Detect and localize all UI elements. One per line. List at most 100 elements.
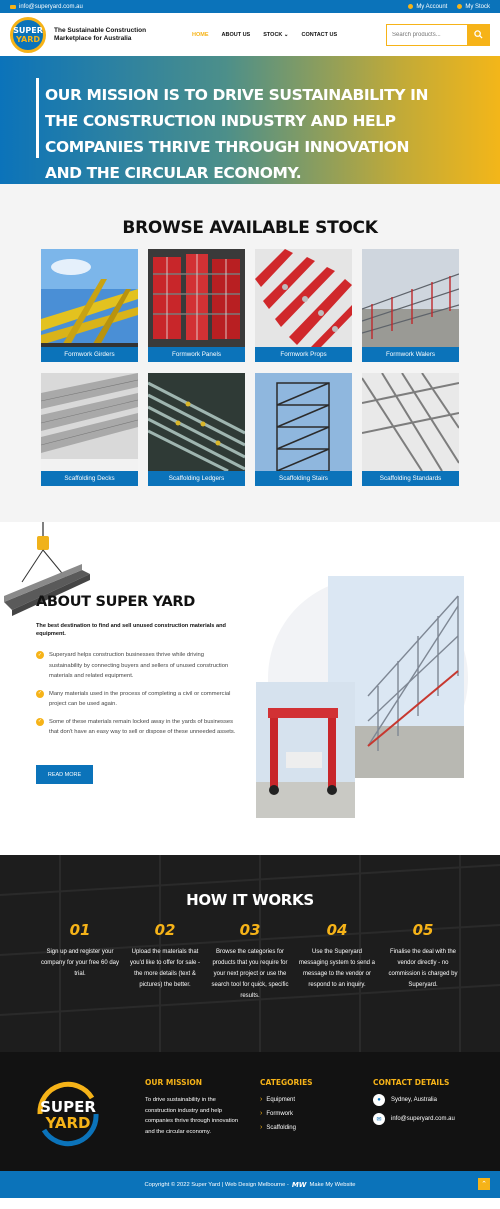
about-points: ✓ Superyard helps construction businesses… [36,650,236,745]
footer-email[interactable]: ✉ info@superyard.com.au [373,1113,455,1125]
step-3: 03 Browse the categories for products th… [210,921,290,1002]
about-subtitle: The best destination to find and sell un… [36,623,226,637]
formwork-walers-image [362,249,459,347]
step-number: 03 [239,921,261,939]
hero-divider [36,78,39,158]
chevron-right-icon: › [260,1110,263,1117]
footer-logo-yard: YARD [45,1114,91,1132]
footer-category-label: Scaffolding [266,1124,296,1131]
topbar-email-text: info@superyard.com.au [19,3,83,10]
my-account-link[interactable]: My Account [408,4,447,10]
footer-categories-title: CATEGORIES [260,1078,313,1087]
make-my-website-link[interactable]: Make My Website [310,1182,356,1188]
site-tagline: The Sustainable Construction Marketplace… [54,26,147,42]
envelope-icon [10,4,16,9]
read-more-button[interactable]: READ MORE [36,765,93,784]
box-icon [457,4,463,9]
search-icon [473,30,483,39]
hero-mission-text: OUR MISSION IS TO DRIVE SUSTAINABILITY I… [45,86,429,182]
logo-text-yard: YARD [15,34,41,44]
stock-card-formwork-props[interactable]: Formwork Props [255,249,352,362]
stock-card-label: Formwork Props [255,347,352,362]
scaffolding-ledgers-image [148,373,245,471]
search-button[interactable] [467,24,489,45]
stock-card-scaffolding-standards[interactable]: Scaffolding Standards [362,373,459,486]
step-text: Sign up and register your company for yo… [40,949,120,977]
step-number: 02 [154,921,176,939]
scroll-to-top-button[interactable]: ⌃ [478,1178,490,1190]
scaffolding-decks-image [41,373,138,471]
how-it-works-title: HOW IT WORKS [186,891,314,909]
footer-logo[interactable]: SUPER YARD [32,1078,104,1150]
check-icon: ✓ [36,717,44,726]
step-number: 04 [326,921,348,939]
site-header: SUPER YARD The Sustainable Construction … [0,13,500,56]
search-box [386,23,490,46]
about-point-text: Superyard helps construction businesses … [49,652,229,679]
mission-hero: OUR MISSION IS TO DRIVE SUSTAINABILITY I… [0,56,500,184]
map-pin-icon: ● [373,1094,385,1106]
stock-card-formwork-girders[interactable]: Formwork Girders [41,249,138,362]
list-item: ✓ Many materials used in the process of c… [36,689,236,710]
stock-card-formwork-panels[interactable]: Formwork Panels [148,249,245,362]
page-bottom-margin [0,1198,500,1209]
step-text: Browse the categories for products that … [211,949,289,999]
stock-card-label: Scaffolding Standards [362,471,459,486]
footer-category-label: Equipment [266,1096,296,1103]
browse-stock-section: BROWSE AVAILABLE STOCK Formwork Girders [0,184,500,522]
formwork-props-image [255,249,352,347]
footer-mission-title: OUR MISSION [145,1078,203,1087]
footer-category-label: Formwork [266,1110,294,1117]
nav-home[interactable]: HOME [192,32,209,38]
step-4: 04 Use the Superyard messaging system to… [297,921,377,991]
nav-about-us[interactable]: ABOUT US [222,32,251,38]
how-it-works-section: HOW IT WORKS 01 Sign up and register you… [0,855,500,1052]
stock-card-scaffolding-stairs[interactable]: Scaffolding Stairs [255,373,352,486]
footer-email-text: info@superyard.com.au [391,1116,455,1122]
stock-card-label: Scaffolding Stairs [255,471,352,486]
nav-stock[interactable]: STOCK ⌄ [263,32,288,38]
copyright-text: Copyright © 2022 Super Yard | Web Design… [144,1181,289,1188]
step-1: 01 Sign up and register your company for… [40,921,120,980]
my-stock-label: My Stock [465,3,490,10]
my-stock-link[interactable]: My Stock [457,4,490,10]
stock-card-label: Formwork Girders [41,347,138,362]
nav-stock-label: STOCK [263,31,283,38]
stock-card-scaffolding-decks[interactable]: Scaffolding Decks [41,373,138,486]
about-point-text: Some of these materials remain locked aw… [49,718,236,736]
logo-text-super: SUPER [13,25,43,35]
stock-card-label: Formwork Panels [148,347,245,362]
footer-category-link[interactable]: › Equipment [260,1096,295,1103]
site-logo[interactable]: SUPER YARD [10,16,46,53]
search-input[interactable] [387,24,467,45]
step-text: Finalise the deal with the vendor direct… [388,949,458,988]
stock-card-formwork-walers[interactable]: Formwork Walers [362,249,459,362]
my-account-label: My Account [416,3,448,10]
stock-card-scaffolding-ledgers[interactable]: Scaffolding Ledgers [148,373,245,486]
nav-contact-us[interactable]: CONTACT US [302,32,338,38]
step-number: 05 [412,921,434,939]
site-footer: SUPER YARD OUR MISSION To drive sustaina… [0,1052,500,1171]
gantry-crane-photo [256,682,355,818]
footer-category-link[interactable]: › Scaffolding [260,1124,296,1131]
step-number: 01 [69,921,91,939]
stock-card-label: Scaffolding Ledgers [148,471,245,486]
chevron-right-icon: › [260,1096,263,1103]
footer-location: ● Sydney, Australia [373,1094,437,1106]
stock-card-label: Formwork Walers [362,347,459,362]
scaffolding-stairs-image [255,373,352,471]
top-bar: info@superyard.com.au My Account My Stoc… [0,0,500,13]
footer-category-link[interactable]: › Formwork [260,1110,293,1117]
envelope-icon: ✉ [373,1113,385,1125]
footer-mission-text: To drive sustainability in the construct… [145,1097,239,1135]
formwork-panels-image [148,249,245,347]
main-nav: HOME ABOUT US STOCK ⌄ CONTACT US [192,32,337,38]
chevron-up-icon: ⌃ [481,1181,487,1188]
step-5: 05 Finalise the deal with the vendor dir… [383,921,463,991]
step-text: Upload the materials that you'd like to … [129,949,201,988]
step-text: Use the Superyard messaging system to se… [298,949,376,988]
scaffolding-standards-image [362,373,459,471]
footer-location-text: Sydney, Australia [391,1097,437,1103]
stock-card-label: Scaffolding Decks [41,471,138,486]
topbar-email[interactable]: info@superyard.com.au [10,4,83,10]
